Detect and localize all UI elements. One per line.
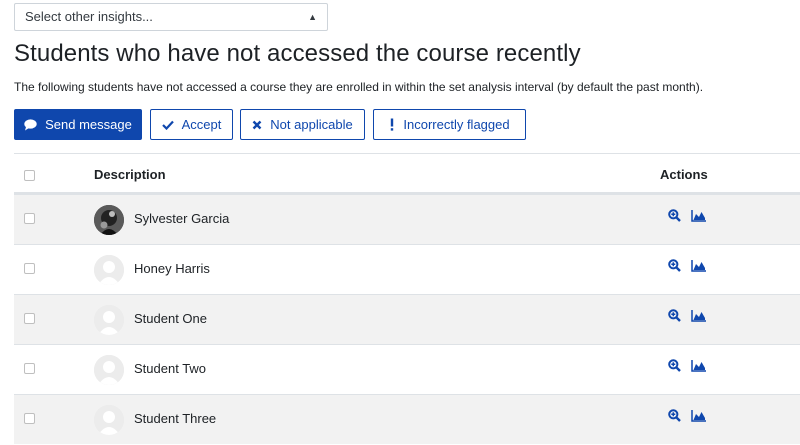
check-icon — [161, 120, 174, 130]
row-actions — [668, 359, 706, 372]
page-description: The following students have not accessed… — [14, 80, 704, 94]
select-caret-icon: ▲ — [308, 12, 317, 22]
avatar — [94, 355, 124, 385]
page-title: Students who have not accessed the cours… — [14, 40, 581, 67]
table-row: Honey Harris — [14, 244, 800, 294]
row-actions — [668, 259, 706, 272]
area-chart-icon[interactable] — [691, 309, 706, 322]
insights-table: Description Actions Sylvester Garcia Hon… — [14, 153, 800, 444]
student-name[interactable]: Student One — [134, 311, 207, 326]
row-actions — [668, 409, 706, 422]
insights-select-value: Select other insights... — [25, 9, 153, 24]
area-chart-icon[interactable] — [691, 209, 706, 222]
accept-button[interactable]: Accept — [150, 109, 233, 140]
student-name[interactable]: Honey Harris — [134, 261, 210, 276]
row-checkbox[interactable] — [24, 363, 35, 374]
area-chart-icon[interactable] — [691, 259, 706, 272]
row-checkbox[interactable] — [24, 263, 35, 274]
student-name[interactable]: Student Three — [134, 411, 216, 426]
student-name[interactable]: Student Two — [134, 361, 206, 376]
close-icon — [252, 120, 262, 130]
avatar — [94, 205, 124, 235]
incorrectly-flagged-label: Incorrectly flagged — [403, 117, 510, 132]
incorrectly-flagged-button[interactable]: Incorrectly flagged — [373, 109, 526, 140]
accept-label: Accept — [181, 117, 222, 132]
not-applicable-label: Not applicable — [270, 117, 353, 132]
row-checkbox[interactable] — [24, 313, 35, 324]
not-applicable-button[interactable]: Not applicable — [240, 109, 365, 140]
actions-column-header: Actions — [660, 167, 708, 182]
table-row: Student Three — [14, 394, 800, 444]
table-row: Student Two — [14, 344, 800, 394]
zoom-in-icon[interactable] — [668, 309, 681, 322]
avatar — [94, 255, 124, 285]
table-row: Student One — [14, 294, 800, 344]
row-actions — [668, 209, 706, 222]
table-row: Sylvester Garcia — [14, 194, 800, 244]
area-chart-icon[interactable] — [691, 409, 706, 422]
zoom-in-icon[interactable] — [668, 259, 681, 272]
zoom-in-icon[interactable] — [668, 409, 681, 422]
select-all-checkbox[interactable] — [24, 170, 35, 181]
area-chart-icon[interactable] — [691, 359, 706, 372]
exclamation-icon — [389, 118, 395, 131]
zoom-in-icon[interactable] — [668, 359, 681, 372]
zoom-in-icon[interactable] — [668, 209, 681, 222]
send-message-label: Send message — [45, 117, 132, 132]
row-checkbox[interactable] — [24, 413, 35, 424]
insights-select[interactable]: Select other insights... ▲ — [14, 3, 328, 31]
table-header-row: Description Actions — [14, 153, 800, 194]
comment-icon — [24, 118, 37, 131]
avatar — [94, 305, 124, 335]
student-name[interactable]: Sylvester Garcia — [134, 211, 229, 226]
row-actions — [668, 309, 706, 322]
row-checkbox[interactable] — [24, 213, 35, 224]
description-column-header: Description — [94, 167, 166, 182]
avatar — [94, 405, 124, 435]
send-message-button[interactable]: Send message — [14, 109, 142, 140]
